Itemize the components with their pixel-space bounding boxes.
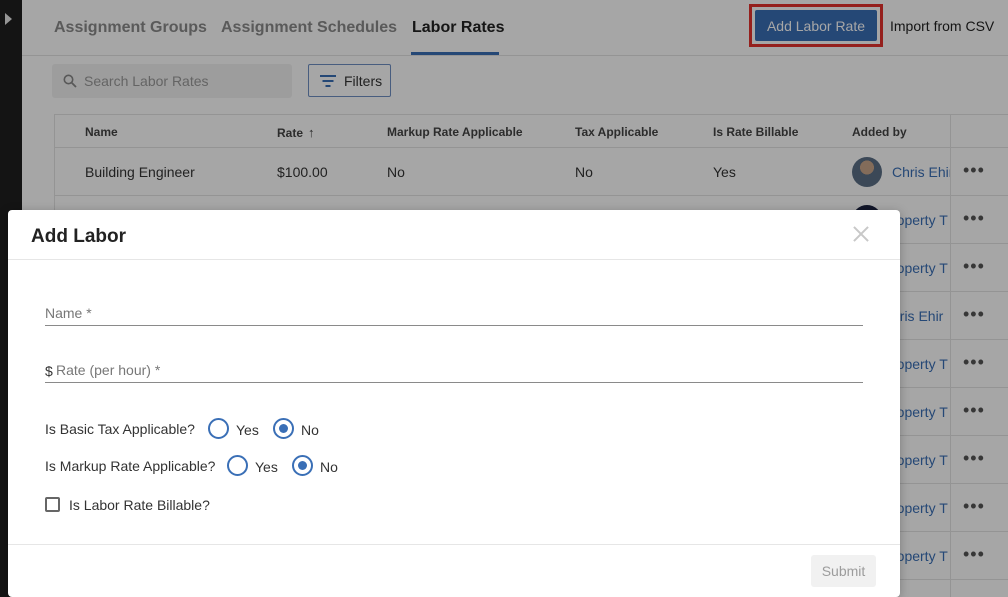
modal-header: Add Labor	[8, 210, 900, 260]
tax-yes-label[interactable]: Yes	[236, 422, 259, 438]
tax-no-radio[interactable]	[273, 418, 294, 439]
markup-yes-label[interactable]: Yes	[255, 459, 278, 475]
name-input[interactable]	[45, 305, 855, 321]
tax-yes-radio[interactable]	[208, 418, 229, 439]
markup-no-radio[interactable]	[292, 455, 313, 476]
rate-field[interactable]: $	[45, 359, 863, 383]
add-labor-modal: Add Labor $ Is Basic Tax Applicable? Yes…	[8, 210, 900, 597]
modal-title: Add Labor	[31, 226, 126, 247]
markup-no-label[interactable]: No	[320, 459, 338, 475]
modal-footer-divider	[8, 544, 900, 545]
rate-input[interactable]	[56, 362, 856, 378]
billable-checkbox[interactable]	[45, 497, 60, 512]
tax-question-label: Is Basic Tax Applicable?	[45, 421, 195, 437]
close-icon[interactable]	[851, 224, 871, 244]
markup-question-label: Is Markup Rate Applicable?	[45, 458, 216, 474]
billable-checkbox-label[interactable]: Is Labor Rate Billable?	[69, 497, 210, 513]
markup-yes-radio[interactable]	[227, 455, 248, 476]
name-field[interactable]	[45, 302, 863, 326]
tax-no-label[interactable]: No	[301, 422, 319, 438]
dollar-prefix: $	[45, 363, 53, 379]
submit-button[interactable]: Submit	[811, 555, 876, 587]
